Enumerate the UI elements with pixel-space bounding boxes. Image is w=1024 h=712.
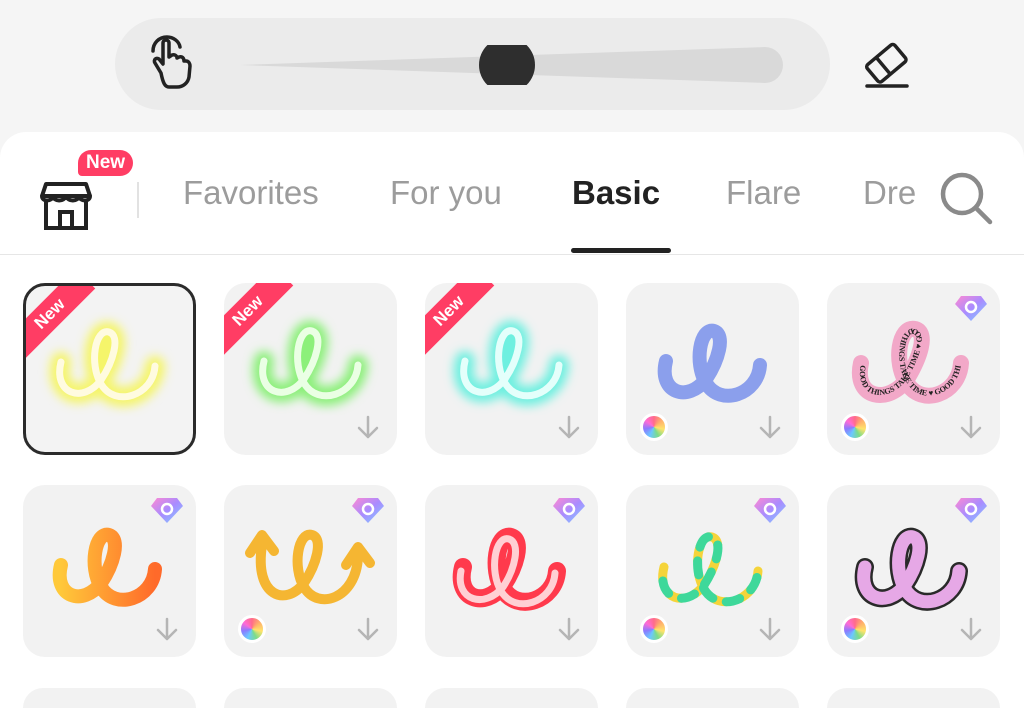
premium-gem-icon <box>955 498 987 523</box>
brush-tile-pink-text[interactable]: GOOD THINGS TAKE TIME ♥ GOOD THINGS TAKE… <box>827 283 1000 455</box>
tab-dre[interactable]: Dre <box>863 174 915 212</box>
brush-tile-orange-gradient[interactable] <box>23 485 196 657</box>
tab-for-you[interactable]: For you <box>390 174 502 212</box>
brush-tile-neon-cyan[interactable]: New <box>425 283 598 455</box>
tab-divider <box>137 182 139 218</box>
brush-tile-purple-outline[interactable] <box>827 485 1000 657</box>
premium-gem-icon <box>754 498 786 523</box>
brush-tile-neon-green[interactable]: New <box>224 283 397 455</box>
download-icon[interactable] <box>152 615 182 645</box>
active-tab-indicator <box>571 248 671 253</box>
download-icon[interactable] <box>956 413 986 443</box>
download-icon[interactable] <box>353 413 383 443</box>
brush-tile-neon-yellow[interactable]: New <box>23 283 196 455</box>
brush-toolbar <box>0 0 1024 134</box>
tab-scroller: Favorites For you Basic Flare Dre <box>170 132 915 254</box>
brush-category-tabs: New Favorites For you Basic Flare Dre <box>0 132 1024 255</box>
tab-favorites[interactable]: Favorites <box>183 174 319 212</box>
new-badge: New <box>78 150 134 176</box>
eraser-icon[interactable] <box>856 35 918 93</box>
color-picker-icon[interactable] <box>640 615 668 643</box>
download-icon[interactable] <box>755 413 785 443</box>
brush-tile-yellow-arrow[interactable] <box>224 485 397 657</box>
brush-tile-blue-marker[interactable] <box>626 283 799 455</box>
premium-gem-icon <box>955 296 987 321</box>
brush-tile-partial[interactable] <box>23 688 196 708</box>
brush-tile-red-3d[interactable] <box>425 485 598 657</box>
premium-gem-icon <box>352 498 384 523</box>
download-icon[interactable] <box>353 615 383 645</box>
brush-size-slider[interactable] <box>240 37 783 93</box>
brush-tile-partial[interactable] <box>425 688 598 708</box>
brush-tile-partial[interactable] <box>626 688 799 708</box>
download-icon[interactable] <box>755 615 785 645</box>
brush-tile-partial[interactable] <box>827 688 1000 708</box>
tab-flare[interactable]: Flare <box>726 174 801 212</box>
search-icon[interactable] <box>936 168 996 228</box>
brush-tile-partial[interactable] <box>224 688 397 708</box>
color-picker-icon[interactable] <box>841 615 869 643</box>
slider-knob[interactable] <box>479 37 535 93</box>
color-picker-icon[interactable] <box>238 615 266 643</box>
brush-tile-dashed-colorful[interactable] <box>626 485 799 657</box>
download-icon[interactable] <box>554 615 584 645</box>
color-picker-icon[interactable] <box>841 413 869 441</box>
download-icon[interactable] <box>956 615 986 645</box>
store-icon <box>40 182 92 230</box>
hand-pointer-icon[interactable] <box>138 32 200 94</box>
download-icon[interactable] <box>554 413 584 443</box>
premium-gem-icon <box>151 498 183 523</box>
tab-basic[interactable]: Basic <box>572 174 660 212</box>
color-picker-icon[interactable] <box>640 413 668 441</box>
premium-gem-icon <box>553 498 585 523</box>
